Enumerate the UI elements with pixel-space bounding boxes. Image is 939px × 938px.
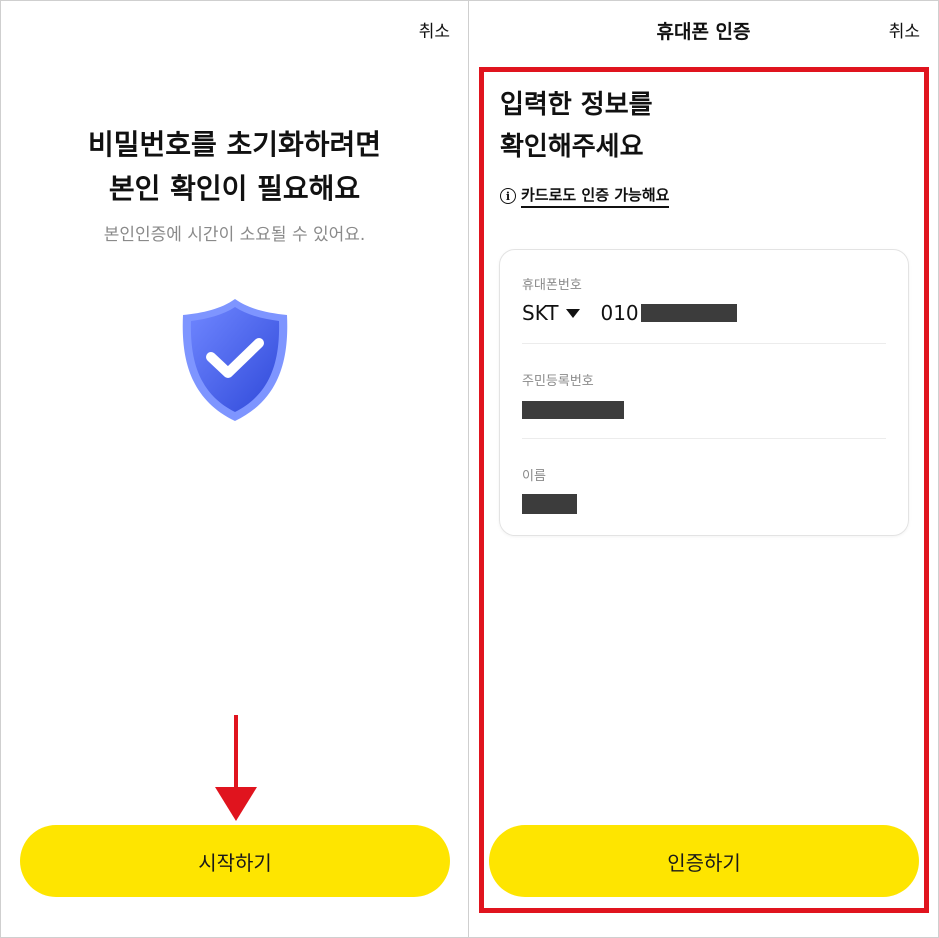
cancel-button[interactable]: 취소 <box>889 17 920 42</box>
carrier-select[interactable]: SKT <box>522 301 581 325</box>
shield-check-icon <box>182 299 288 421</box>
left-screen: 취소 비밀번호를 초기화하려면 본인 확인이 필요해요 본인인증에 시간이 소요… <box>0 0 469 938</box>
phone-prefix: 010 <box>600 301 639 325</box>
phone-field: 휴대폰번호 SKT 010 <box>522 274 886 327</box>
name-redacted[interactable] <box>522 494 577 514</box>
page-title: 비밀번호를 초기화하려면 본인 확인이 필요해요 <box>1 123 468 211</box>
arrow-down-icon <box>215 715 257 821</box>
title-line-1: 비밀번호를 초기화하려면 <box>87 128 382 161</box>
name-field: 이름 <box>522 465 886 518</box>
caret-down-icon <box>566 308 581 318</box>
carrier-value: SKT <box>522 301 559 325</box>
card-auth-link-label: 카드로도 인증 가능해요 <box>521 184 670 208</box>
name-label: 이름 <box>522 469 546 484</box>
info-card: 휴대폰번호 SKT 010 주민등록번호 이름 <box>499 249 909 536</box>
cancel-button[interactable]: 취소 <box>419 17 450 42</box>
jumin-number-redacted[interactable] <box>522 401 624 419</box>
title-line-1: 입력한 정보를 <box>500 90 653 120</box>
phone-number-redacted[interactable] <box>640 304 737 322</box>
divider <box>522 438 886 439</box>
card-auth-link[interactable]: i 카드로도 인증 가능해요 <box>500 184 670 208</box>
start-button[interactable]: 시작하기 <box>20 825 450 897</box>
phone-label: 휴대폰번호 <box>522 278 582 293</box>
divider <box>522 343 886 344</box>
phone-row: SKT 010 <box>522 299 886 327</box>
title-line-2: 확인해주세요 <box>500 132 644 162</box>
page-title: 입력한 정보를 확인해주세요 <box>500 84 653 168</box>
jumin-field: 주민등록번호 <box>522 370 886 423</box>
title-line-2: 본인 확인이 필요해요 <box>108 172 361 205</box>
header-title: 휴대폰 인증 <box>656 21 751 43</box>
jumin-label: 주민등록번호 <box>522 374 594 389</box>
info-icon: i <box>500 188 516 204</box>
verify-button[interactable]: 인증하기 <box>489 825 919 897</box>
page-subtitle: 본인인증에 시간이 소요될 수 있어요. <box>103 225 366 245</box>
